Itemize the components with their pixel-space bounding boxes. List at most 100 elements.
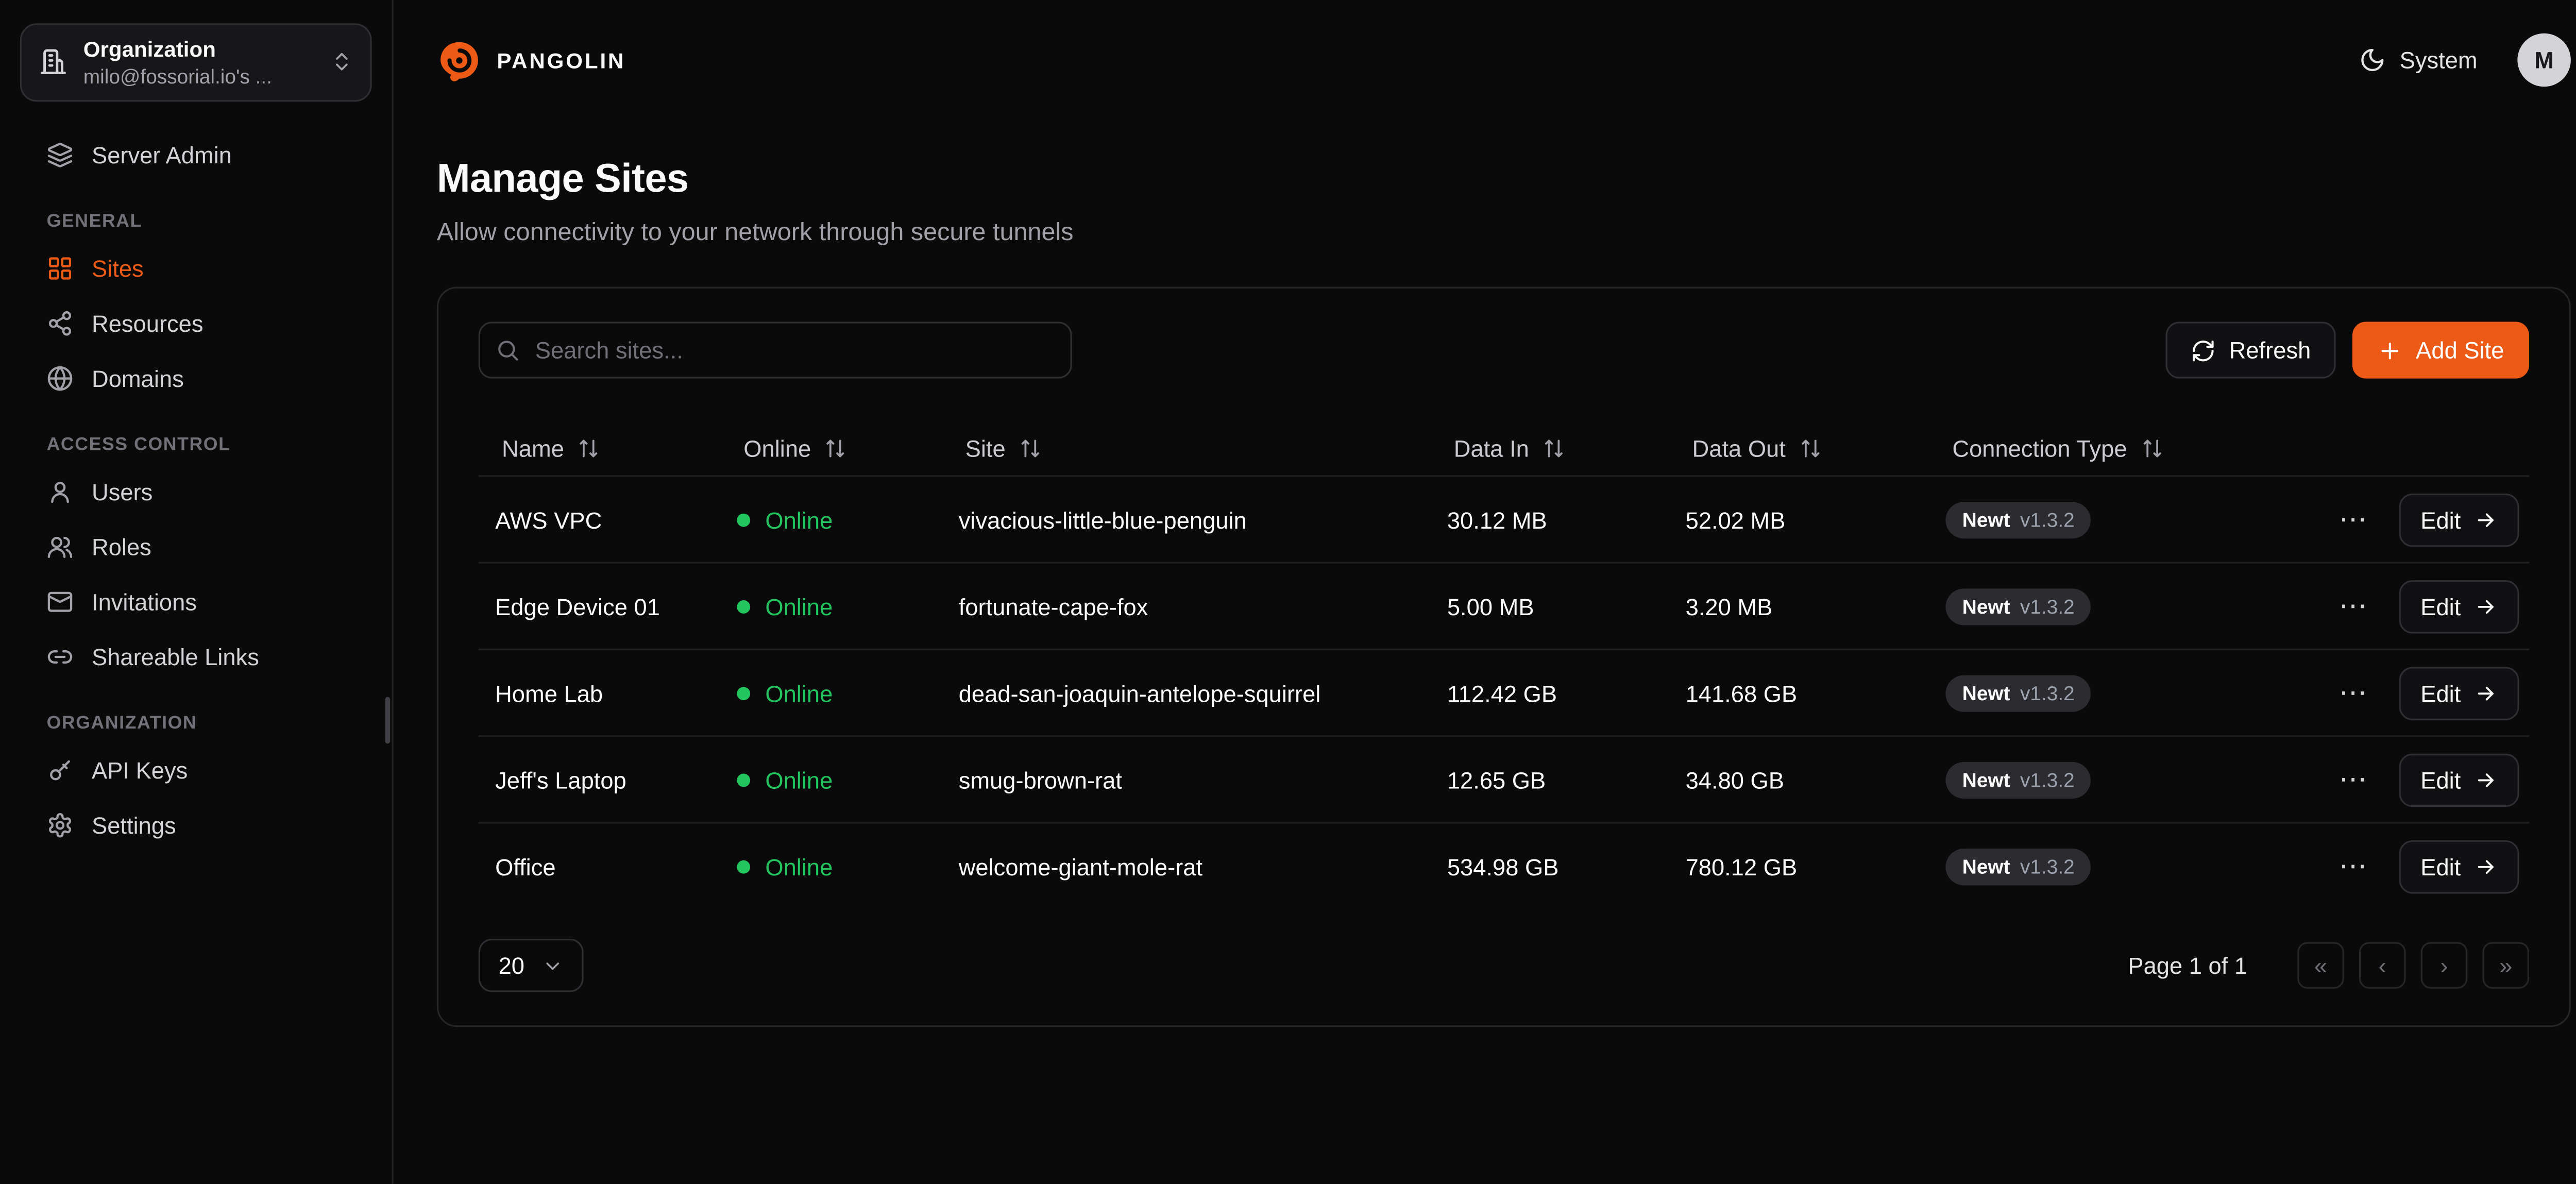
topbar-right: System M: [2360, 33, 2571, 87]
first-page-button[interactable]: «: [2297, 942, 2344, 989]
sidebar-nav: Server Admin GENERAL Sites Resources Dom…: [20, 128, 372, 854]
row-menu-button[interactable]: ⋯: [2332, 588, 2374, 623]
search-input[interactable]: [479, 322, 1072, 379]
connection-name: Newt: [1962, 508, 2010, 531]
online-status-dot-icon: [737, 599, 750, 613]
sidebar-item-sites[interactable]: Sites: [20, 242, 372, 297]
org-title: Organization: [83, 37, 315, 65]
sidebar-item-shareable-links[interactable]: Shareable Links: [20, 630, 372, 685]
refresh-button[interactable]: Refresh: [2166, 322, 2336, 379]
cell-data-out: 3.20 MB: [1686, 593, 1946, 619]
card-toolbar: Refresh Add Site: [479, 322, 2529, 379]
sidebar-item-users[interactable]: Users: [20, 465, 372, 520]
page-content: Manage Sites Allow connectivity to your …: [394, 120, 2576, 1027]
search-icon: [495, 337, 520, 363]
online-status-dot-icon: [737, 686, 750, 700]
edit-button[interactable]: Edit: [2399, 666, 2519, 720]
cell-data-in: 12.65 GB: [1447, 766, 1686, 793]
table-body: AWS VPC Online vivacious-little-blue-pen…: [479, 475, 2529, 908]
sidebar-item-server-admin[interactable]: Server Admin: [20, 128, 372, 183]
gear-icon: [47, 813, 74, 839]
last-page-button[interactable]: »: [2482, 942, 2529, 989]
column-header-data-out[interactable]: Data Out: [1669, 435, 1929, 462]
column-header-online[interactable]: Online: [720, 435, 942, 462]
cell-data-in: 534.98 GB: [1447, 853, 1686, 879]
cell-data-in: 5.00 MB: [1447, 593, 1686, 619]
edit-button[interactable]: Edit: [2399, 580, 2519, 633]
cell-data-out: 34.80 GB: [1686, 766, 1946, 793]
connection-version: v1.3.2: [2020, 768, 2075, 791]
edit-button[interactable]: Edit: [2399, 493, 2519, 546]
column-label: Data Out: [1692, 435, 1786, 462]
toolbar-actions: Refresh Add Site: [2166, 322, 2529, 379]
refresh-icon: [2191, 337, 2216, 363]
section-label-access-control: ACCESS CONTROL: [20, 435, 372, 455]
sort-icon: [1543, 437, 1566, 460]
previous-page-button[interactable]: ‹: [2359, 942, 2406, 989]
section-label-organization: ORGANIZATION: [20, 714, 372, 734]
search-box: [479, 322, 1072, 379]
row-menu-button[interactable]: ⋯: [2332, 502, 2374, 537]
cell-site-name: Edge Device 01: [495, 593, 737, 619]
edit-label: Edit: [2420, 853, 2461, 879]
sidebar-item-resources[interactable]: Resources: [20, 297, 372, 352]
add-site-button[interactable]: Add Site: [2352, 322, 2529, 379]
table-row: Jeff's Laptop Online smug-brown-rat 12.6…: [479, 735, 2529, 822]
theme-selector[interactable]: System: [2360, 47, 2478, 74]
pangolin-logo-icon: [437, 38, 482, 82]
online-status-label: Online: [765, 680, 833, 706]
column-header-name[interactable]: Name: [479, 435, 720, 462]
cell-site-name: Office: [495, 853, 737, 879]
brand: PANGOLIN: [437, 38, 625, 82]
page-size-select[interactable]: 20: [479, 939, 583, 992]
sidebar-scrollbar[interactable]: [385, 697, 391, 744]
sort-icon: [1019, 437, 1042, 460]
connection-type-badge: Newt v1.3.2: [1945, 848, 2091, 885]
column-header-site[interactable]: Site: [942, 435, 1430, 462]
sidebar-item-invitations[interactable]: Invitations: [20, 575, 372, 630]
sidebar-item-api-keys[interactable]: API Keys: [20, 743, 372, 799]
cell-site-name: Jeff's Laptop: [495, 766, 737, 793]
sidebar-item-settings[interactable]: Settings: [20, 799, 372, 854]
online-status-dot-icon: [737, 773, 750, 786]
sidebar-item-label: Sites: [92, 256, 144, 282]
avatar[interactable]: M: [2517, 33, 2571, 87]
pagination: Page 1 of 1 « ‹ › »: [2128, 942, 2529, 989]
next-page-button[interactable]: ›: [2421, 942, 2468, 989]
cell-site-id: welcome-giant-mole-rat: [959, 853, 1447, 879]
cell-actions: ⋯ Edit: [2223, 493, 2529, 546]
cell-site-id: smug-brown-rat: [959, 766, 1447, 793]
row-menu-button[interactable]: ⋯: [2332, 675, 2374, 711]
sites-card: Refresh Add Site Name: [437, 287, 2571, 1027]
cell-online-status: Online: [737, 680, 958, 706]
edit-label: Edit: [2420, 506, 2461, 533]
sidebar-item-domains[interactable]: Domains: [20, 351, 372, 407]
edit-button[interactable]: Edit: [2399, 839, 2519, 893]
connection-type-badge: Newt v1.3.2: [1945, 761, 2091, 798]
sidebar-item-roles[interactable]: Roles: [20, 520, 372, 575]
online-status-label: Online: [765, 853, 833, 879]
page-subtitle: Allow connectivity to your network throu…: [437, 218, 2571, 247]
org-selector[interactable]: Organization milo@fossorial.io's ...: [20, 23, 372, 102]
section-label-general: GENERAL: [20, 212, 372, 232]
edit-label: Edit: [2420, 680, 2461, 706]
cell-site-id: vivacious-little-blue-penguin: [959, 506, 1447, 533]
connection-name: Newt: [1962, 768, 2010, 791]
grid-icon: [47, 256, 74, 282]
column-header-connection-type[interactable]: Connection Type: [1929, 435, 2223, 462]
layers-icon: [47, 142, 74, 169]
sort-icon: [1799, 437, 1822, 460]
column-header-data-in[interactable]: Data In: [1430, 435, 1669, 462]
edit-label: Edit: [2420, 766, 2461, 793]
row-menu-button[interactable]: ⋯: [2332, 762, 2374, 797]
table-row: Home Lab Online dead-san-joaquin-antelop…: [479, 649, 2529, 735]
sites-table: Name Online Site Data In: [479, 409, 2529, 909]
connection-name: Newt: [1962, 681, 2010, 704]
edit-button[interactable]: Edit: [2399, 753, 2519, 806]
card-footer: 20 Page 1 of 1 « ‹ › »: [479, 939, 2529, 992]
share-icon: [47, 311, 74, 337]
column-label: Connection Type: [1952, 435, 2127, 462]
cell-data-out: 141.68 GB: [1686, 680, 1946, 706]
row-menu-button[interactable]: ⋯: [2332, 849, 2374, 884]
moon-icon: [2360, 47, 2386, 74]
